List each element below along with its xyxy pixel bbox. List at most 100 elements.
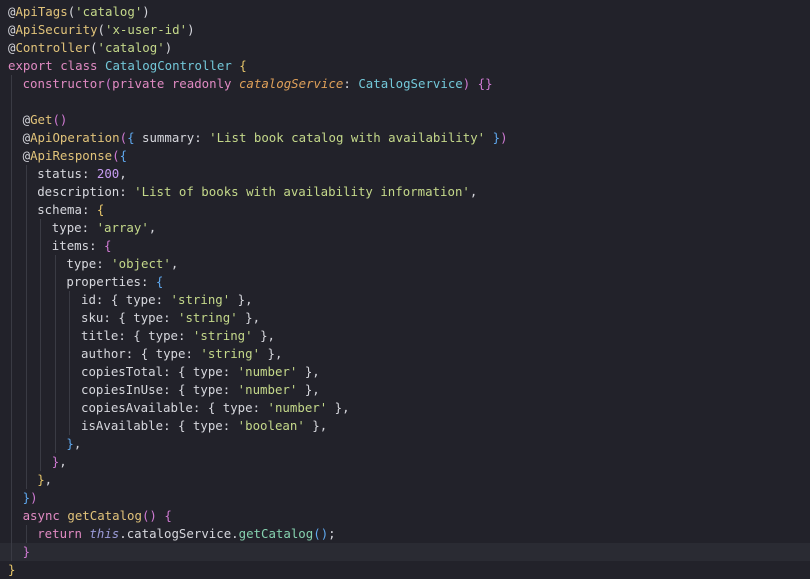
code-line[interactable]: }, [0,471,810,489]
code-token: 'List of books with availability informa… [134,184,470,199]
code-text: export class CatalogController { [8,57,247,75]
indent-guide [11,147,12,165]
code-token: CatalogController [104,58,240,73]
code-token: id [81,292,96,307]
code-line[interactable]: @ApiOperation({ summary: 'List book cata… [0,129,810,147]
code-line[interactable]: properties: { [0,273,810,291]
indent-guide [25,363,27,381]
code-text: copiesTotal: { type: 'number' }, [81,363,320,381]
indent-guide [11,309,12,327]
indent-guide [69,417,71,435]
code-token: CatalogService [358,76,463,91]
code-token: Get [30,112,53,127]
code-token: 'boolean' [237,418,305,433]
code-line[interactable]: return this.catalogService.getCatalog(); [0,525,810,543]
indent-guide [11,183,12,201]
code-token: ) [187,22,195,37]
code-line[interactable]: copiesTotal: { type: 'number' }, [0,363,810,381]
indent-guide [11,399,12,417]
code-line[interactable]: @Controller('catalog') [0,39,810,57]
code-token: ApiSecurity [15,22,98,37]
indent-guide [11,435,12,453]
code-token: 'catalog' [97,40,165,55]
indent-guide [69,327,71,345]
code-line[interactable]: copiesInUse: { type: 'number' }, [0,381,810,399]
code-token: { [127,130,142,145]
code-token: ) [142,4,150,19]
indent-guide [25,453,27,471]
code-text: }) [23,489,38,507]
code-token: { [177,382,193,397]
code-token: getCatalog [67,508,142,523]
code-token: : [103,310,119,325]
code-line[interactable]: } [0,543,810,561]
code-token: 'string' [192,328,253,343]
indent-guide [11,255,12,273]
code-line[interactable]: }, [0,453,810,471]
code-token: . [119,526,127,541]
code-line[interactable]: type: 'object', [0,255,810,273]
indent-guide [54,345,56,363]
code-line[interactable]: @ApiTags('catalog') [0,3,810,21]
code-token: type [192,418,223,433]
code-line[interactable]: id: { type: 'string' }, [0,291,810,309]
indent-guide [25,435,27,453]
code-line[interactable]: @ApiSecurity('x-user-id') [0,21,810,39]
code-line[interactable]: copiesAvailable: { type: 'number' }, [0,399,810,417]
code-line[interactable]: } [0,561,810,579]
code-token: }, [252,328,275,343]
code-line[interactable]: status: 200, [0,165,810,183]
indent-guide [40,435,42,453]
code-token: , [73,436,82,451]
code-token: return [37,526,90,541]
code-line[interactable]: }) [0,489,810,507]
code-token: isAvailable [81,418,164,433]
code-token: export [8,58,61,73]
indent-guide [11,237,12,255]
code-line[interactable]: }, [0,435,810,453]
code-token: { [239,58,247,73]
indent-guide [25,201,27,219]
code-token: catalogService [238,76,344,91]
indent-guide [11,345,12,363]
code-line[interactable]: isAvailable: { type: 'boolean' }, [0,417,810,435]
code-line[interactable]: sku: { type: 'string' }, [0,309,810,327]
code-text: sku: { type: 'string' }, [81,309,260,327]
code-line[interactable]: async getCatalog() { [0,507,810,525]
indent-guide [40,291,42,309]
code-text: copiesInUse: { type: 'number' }, [81,381,320,399]
code-token: @ [22,130,31,145]
code-token: description [37,184,120,199]
code-line[interactable]: constructor(private readonly catalogServ… [0,75,810,93]
code-token: type [51,220,82,235]
indent-guide [40,309,42,327]
indent-guide [11,417,12,435]
code-line[interactable]: schema: { [0,201,810,219]
code-line[interactable]: @Get() [0,111,810,129]
code-token: }, [230,292,253,307]
code-token: type [222,400,253,415]
code-text: properties: { [66,273,163,291]
indent-guide [54,309,56,327]
code-line[interactable]: type: 'array', [0,219,810,237]
code-line[interactable] [0,93,810,111]
code-line[interactable]: @ApiResponse({ [0,147,810,165]
code-line[interactable]: export class CatalogController { [0,57,810,75]
code-text: } [23,543,30,561]
code-token: { [140,346,156,361]
indent-guide [11,273,12,291]
code-token: , [44,472,53,487]
indent-guide [40,345,42,363]
code-token: () [141,508,165,523]
code-token: ) [462,76,478,91]
code-line[interactable]: items: { [0,237,810,255]
code-token: : [119,184,135,199]
code-line[interactable]: description: 'List of books with availab… [0,183,810,201]
code-line[interactable]: author: { type: 'string' }, [0,345,810,363]
code-token: class [60,58,105,73]
code-line[interactable]: title: { type: 'string' }, [0,327,810,345]
code-token: 'number' [237,382,298,397]
code-editor[interactable]: @ApiTags('catalog') @ApiSecurity('x-user-… [0,0,810,578]
code-token: : [185,346,201,361]
indent-guide [11,327,12,345]
